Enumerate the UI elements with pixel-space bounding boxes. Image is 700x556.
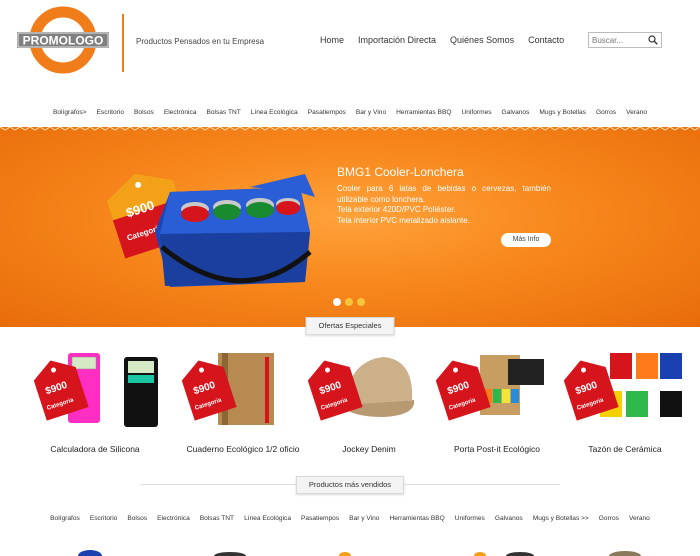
category-verano[interactable]: Verano (624, 515, 655, 522)
search-icon[interactable] (648, 35, 658, 45)
slider-dot-1[interactable] (333, 298, 341, 306)
nav-home[interactable]: Home (320, 35, 344, 45)
promologo-logo[interactable]: PROMOLOGO (17, 6, 109, 74)
category-pasatiempos[interactable]: Pasatiempos (303, 109, 351, 116)
top-nav: Home Importación Directa Quiénes Somos C… (320, 35, 564, 45)
category-herramientas-bbq[interactable]: Herramientas BBQ (391, 109, 456, 116)
product-image-tazon: $900 Categoria (563, 353, 682, 421)
slider-dot-3[interactable] (357, 298, 365, 306)
category-linea-ecologica[interactable]: Línea Ecológica (239, 515, 296, 522)
category-mugs-y-botellas[interactable]: Mugs y Botellas >> (528, 515, 594, 522)
product-card[interactable]: $900 Categoria Cuaderno Ecológico 1/2 of… (178, 345, 308, 470)
category-galvanos[interactable]: Galvanos (497, 109, 535, 116)
category-bar-top: Bolígrafos> Escritorio Bolsos Electrónic… (0, 101, 700, 123)
category-boligrafos[interactable]: Bolígrafos> (48, 109, 92, 116)
category-bar-y-vino[interactable]: Bar y Vino (344, 515, 384, 522)
cooler-image: $900 Categoria (106, 173, 315, 287)
category-verano[interactable]: Verano (621, 109, 652, 116)
category-gorros[interactable]: Gorros (591, 109, 621, 116)
category-bar-bottom: Bolígrafos Escritorio Bolsos Electrónica… (0, 507, 700, 529)
category-mugs-y-botellas[interactable]: Mugs y Botellas (534, 109, 591, 116)
product-image-calculadora: $900 Categoria (33, 353, 158, 427)
banner-title: BMG1 Cooler-Lonchera (337, 165, 464, 179)
logo-divider (122, 14, 124, 72)
product-card[interactable]: $900 Categoria Jockey Denim (304, 345, 434, 470)
category-electronica[interactable]: Electrónica (152, 515, 195, 522)
section-mas-vendidos: Productos más vendidos (0, 476, 700, 494)
product-name: Cuaderno Ecológico 1/2 oficio (186, 444, 300, 454)
category-boligrafos[interactable]: Bolígrafos (45, 515, 85, 522)
slider-dots (333, 298, 365, 306)
nav-contacto[interactable]: Contacto (528, 35, 564, 45)
category-linea-ecologica[interactable]: Línea Ecológica (246, 109, 303, 116)
section-ofertas: Ofertas Especiales (0, 317, 700, 335)
product-card[interactable]: $900 Categoria Calculadora de Silicona (30, 345, 160, 470)
product-name: Calculadora de Silicona (50, 444, 140, 454)
product-name: Tazón de Cerámica (588, 444, 662, 454)
product-grid: $900 Categoria Calculadora de Silicona $… (0, 345, 700, 470)
category-galvanos[interactable]: Galvanos (490, 515, 528, 522)
next-products-peek (78, 550, 641, 556)
category-pasatiempos[interactable]: Pasatiempos (296, 515, 344, 522)
product-image-cuaderno: $900 Categoria (181, 353, 274, 425)
category-herramientas-bbq[interactable]: Herramientas BBQ (384, 515, 449, 522)
product-name: Jockey Denim (342, 444, 396, 454)
mas-info-button[interactable]: Más Info (501, 233, 551, 247)
category-bolsos[interactable]: Bolsos (129, 109, 159, 116)
search-input[interactable] (592, 34, 648, 46)
category-bolsos[interactable]: Bolsos (122, 515, 152, 522)
svg-text:PROMOLOGO: PROMOLOGO (23, 34, 104, 48)
category-escritorio[interactable]: Escritorio (92, 109, 129, 116)
nav-importacion-directa[interactable]: Importación Directa (358, 35, 436, 45)
section-mas-vendidos-label: Productos más vendidos (295, 476, 405, 494)
category-gorros[interactable]: Gorros (594, 515, 624, 522)
category-bolsas-tnt[interactable]: Bolsas TNT (195, 515, 239, 522)
product-card[interactable]: $900 Categoria Tazón de Cerámica (560, 345, 690, 470)
tagline: Productos Pensados en tu Empresa (136, 37, 265, 46)
nav-quienes-somos[interactable]: Quiénes Somos (450, 35, 514, 45)
category-uniformes[interactable]: Uniformes (456, 109, 496, 116)
product-card[interactable]: $900 Categoria Porta Post-it Ecológico (432, 345, 562, 470)
category-escritorio[interactable]: Escritorio (85, 515, 122, 522)
category-electronica[interactable]: Electrónica (159, 109, 202, 116)
banner-desc-line-1: Cooler para 6 latas de bebidas o cerveza… (337, 184, 551, 204)
banner-desc-line-2: Tela exterior 420D/PVC Poliéster. (337, 205, 456, 214)
product-image-post-it: $900 Categoria (435, 355, 544, 421)
header: PROMOLOGO Productos Pensados en tu Empre… (0, 0, 700, 95)
banner-top-edge (0, 127, 700, 131)
search-box (588, 32, 662, 48)
hero-banner: $900 Categoria BMG1 Cooler-Lonchera Cool… (0, 127, 700, 327)
product-image-jockey: $900 Categoria (307, 357, 415, 421)
banner-desc-line-3: Tela interior PVC metalizado aislante. (337, 215, 470, 225)
category-bolsas-tnt[interactable]: Bolsas TNT (201, 109, 245, 116)
section-ofertas-label: Ofertas Especiales (305, 317, 395, 335)
banner-description: Cooler para 6 latas de bebidas o cerveza… (337, 184, 551, 226)
category-uniformes[interactable]: Uniformes (450, 515, 490, 522)
product-name: Porta Post-it Ecológico (454, 444, 540, 454)
category-bar-y-vino[interactable]: Bar y Vino (351, 109, 391, 116)
slider-dot-2[interactable] (345, 298, 353, 306)
